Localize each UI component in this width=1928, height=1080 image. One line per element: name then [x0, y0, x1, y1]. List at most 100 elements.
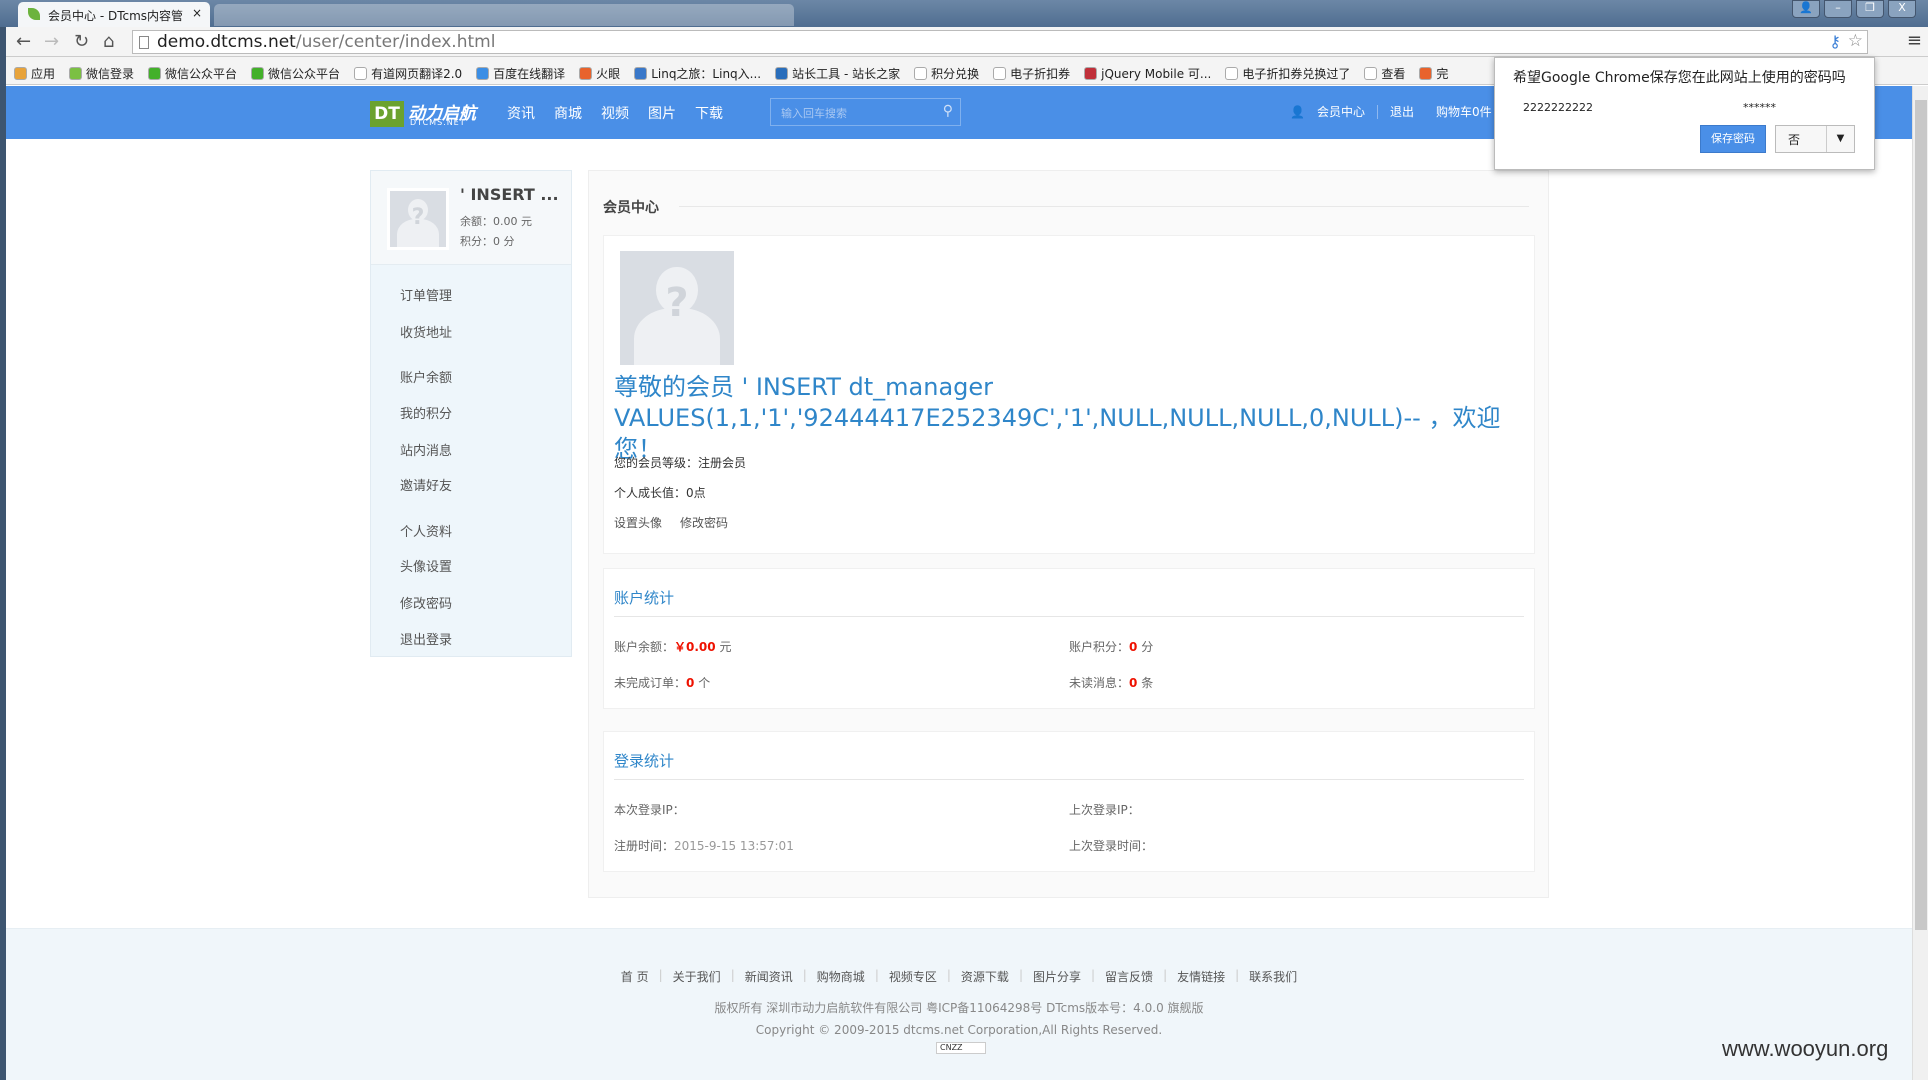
sidebar-menu-item[interactable]: 订单管理 [400, 285, 452, 304]
sidebar-menu-item[interactable]: 账户余额 [400, 367, 452, 386]
bookmark-item[interactable]: 完 [1419, 62, 1448, 84]
bookmark-item[interactable]: 火眼 [579, 62, 620, 84]
reload-icon[interactable]: ↻ [74, 31, 89, 52]
scrollbar[interactable] [1912, 86, 1928, 1080]
key-icon[interactable]: ⚷ [1829, 32, 1841, 51]
bookmark-item[interactable]: 有道网页翻译2.0 [354, 62, 462, 84]
nav-item[interactable]: 商城 [554, 103, 582, 123]
sidebar-menu-item[interactable]: 修改密码 [400, 593, 452, 612]
cart-link[interactable]: 购物车0件 [1436, 103, 1492, 120]
bookmark-item[interactable]: 微信登录 [69, 62, 134, 84]
bookmark-item[interactable]: Linq之旅：Linq入... [634, 62, 761, 84]
window-border [0, 27, 6, 1080]
logo-domain: DTCMS.NET [410, 118, 466, 127]
balance-text: 余额：0.00 元 [460, 215, 532, 228]
save-password-button[interactable]: 保存密码 [1700, 125, 1766, 153]
bookmark-icon [476, 66, 490, 80]
menu-icon[interactable]: ≡ [1907, 30, 1922, 51]
bookmark-item[interactable]: 应用 [14, 62, 55, 84]
sidebar-menu-item[interactable]: 头像设置 [400, 556, 452, 575]
browser-tab-active[interactable]: 会员中心 - DTcms内容管 × [18, 2, 210, 27]
bookmark-label: 百度在线翻译 [493, 66, 566, 81]
browser-tab-bar: 会员中心 - DTcms内容管 × 👤 – ❐ X [0, 0, 1928, 27]
browser-tab-inactive[interactable] [214, 4, 794, 26]
footer-link[interactable]: 友情链接 [1167, 968, 1235, 985]
sidebar-menu-item[interactable]: 收货地址 [400, 322, 452, 341]
footer-link[interactable]: 购物商城 [807, 968, 875, 985]
bookmark-icon [1419, 66, 1433, 80]
star-icon[interactable]: ☆ [1848, 31, 1863, 51]
bookmark-label: 查看 [1381, 66, 1406, 81]
never-button[interactable]: 否 ▼ [1775, 125, 1855, 153]
site-logo[interactable]: DT 动力启航 DTCMS.NET [370, 101, 480, 129]
bookmark-item[interactable]: 微信公众平台 [148, 62, 237, 84]
bookmark-icon [1364, 66, 1378, 80]
set-avatar-link[interactable]: 设置头像 [614, 514, 662, 531]
bookmark-label: 电子折扣券兑换过了 [1242, 66, 1351, 81]
member-center-link[interactable]: 会员中心 [1317, 103, 1365, 120]
register-time: 注册时间：2015-9-15 13:57:01 [614, 839, 794, 853]
forward-icon[interactable]: → [44, 31, 59, 52]
logo-mark: DT [370, 101, 404, 127]
bookmark-label: 微信公众平台 [268, 66, 341, 81]
sidebar-menu-item[interactable]: 站内消息 [400, 440, 452, 459]
close-window-button[interactable]: X [1888, 0, 1916, 18]
window-controls: 👤 – ❐ X [1792, 0, 1916, 18]
bookmark-icon [914, 66, 928, 80]
user-icon[interactable]: 👤 [1792, 0, 1820, 18]
sidebar-menu-item[interactable]: 我的积分 [400, 403, 452, 422]
footer-link[interactable]: 留言反馈 [1095, 968, 1163, 985]
change-password-link[interactable]: 修改密码 [680, 514, 728, 531]
divider [1376, 104, 1378, 119]
footer-link[interactable]: 新闻资讯 [735, 968, 803, 985]
sidebar-menu-item[interactable]: 邀请好友 [400, 475, 452, 494]
nav-item[interactable]: 图片 [648, 103, 676, 123]
bookmark-item[interactable]: 百度在线翻译 [476, 62, 565, 84]
username: ' INSERT ... [460, 185, 559, 204]
page-title: 会员中心 [603, 200, 659, 216]
bookmark-label: 站长工具 - 站长之家 [792, 66, 901, 81]
nav-item[interactable]: 资讯 [507, 103, 535, 123]
growth-value: 个人成长值：0点 [614, 486, 706, 500]
bookmark-item[interactable]: 微信公众平台 [251, 62, 340, 84]
section-title: 登录统计 [614, 752, 675, 770]
bookmark-icon [775, 66, 789, 80]
user-icon: 👤 [1290, 104, 1305, 119]
scrollbar-thumb[interactable] [1915, 100, 1927, 930]
last-login-ip: 上次登录IP： [1069, 803, 1140, 817]
footer-link[interactable]: 图片分享 [1023, 968, 1091, 985]
url-input[interactable]: demo.dtcms.net/user/center/index.html ⚷ ☆ [132, 30, 1868, 54]
nav-item[interactable]: 下载 [695, 103, 723, 123]
home-icon[interactable]: ⌂ [103, 31, 114, 52]
bookmark-item[interactable]: 积分兑换 [914, 62, 979, 84]
sidebar-menu-item[interactable]: 退出登录 [400, 629, 452, 648]
divider [614, 616, 1524, 617]
bookmark-label: 完 [1436, 66, 1449, 81]
restore-button[interactable]: ❐ [1856, 0, 1884, 18]
bookmark-item[interactable]: 查看 [1364, 62, 1405, 84]
cnzz-badge[interactable]: CNZZ [936, 1042, 986, 1054]
bookmark-item[interactable]: 电子折扣券 [993, 62, 1070, 84]
footer-link[interactable]: 关于我们 [663, 968, 731, 985]
close-tab-icon[interactable]: × [192, 6, 202, 20]
footer-link[interactable]: 资源下载 [951, 968, 1019, 985]
bookmark-item[interactable]: 站长工具 - 站长之家 [775, 62, 900, 84]
footer-link[interactable]: 联系我们 [1239, 968, 1307, 985]
site-favicon-icon [28, 8, 40, 20]
search-icon[interactable]: ⚲ [943, 103, 953, 119]
sidebar-menu-item[interactable]: 个人资料 [400, 521, 452, 540]
logout-link[interactable]: 退出 [1390, 103, 1414, 120]
footer-link[interactable]: 首 页 [611, 968, 659, 985]
minimize-button[interactable]: – [1824, 0, 1852, 18]
dropdown-arrow-icon[interactable]: ▼ [1826, 126, 1854, 152]
back-icon[interactable]: ← [16, 31, 31, 52]
bookmark-item[interactable]: 电子折扣券兑换过了 [1225, 62, 1350, 84]
nav-item[interactable]: 视频 [601, 103, 629, 123]
footer-link[interactable]: 视频专区 [879, 968, 947, 985]
bookmark-icon [69, 66, 83, 80]
saved-password: ****** [1743, 101, 1776, 114]
bookmark-item[interactable]: jQuery Mobile 可... [1084, 62, 1211, 84]
divider [614, 779, 1524, 780]
search-input[interactable]: 输入回车搜索 ⚲ [770, 98, 961, 126]
avatar: ? [387, 188, 449, 250]
